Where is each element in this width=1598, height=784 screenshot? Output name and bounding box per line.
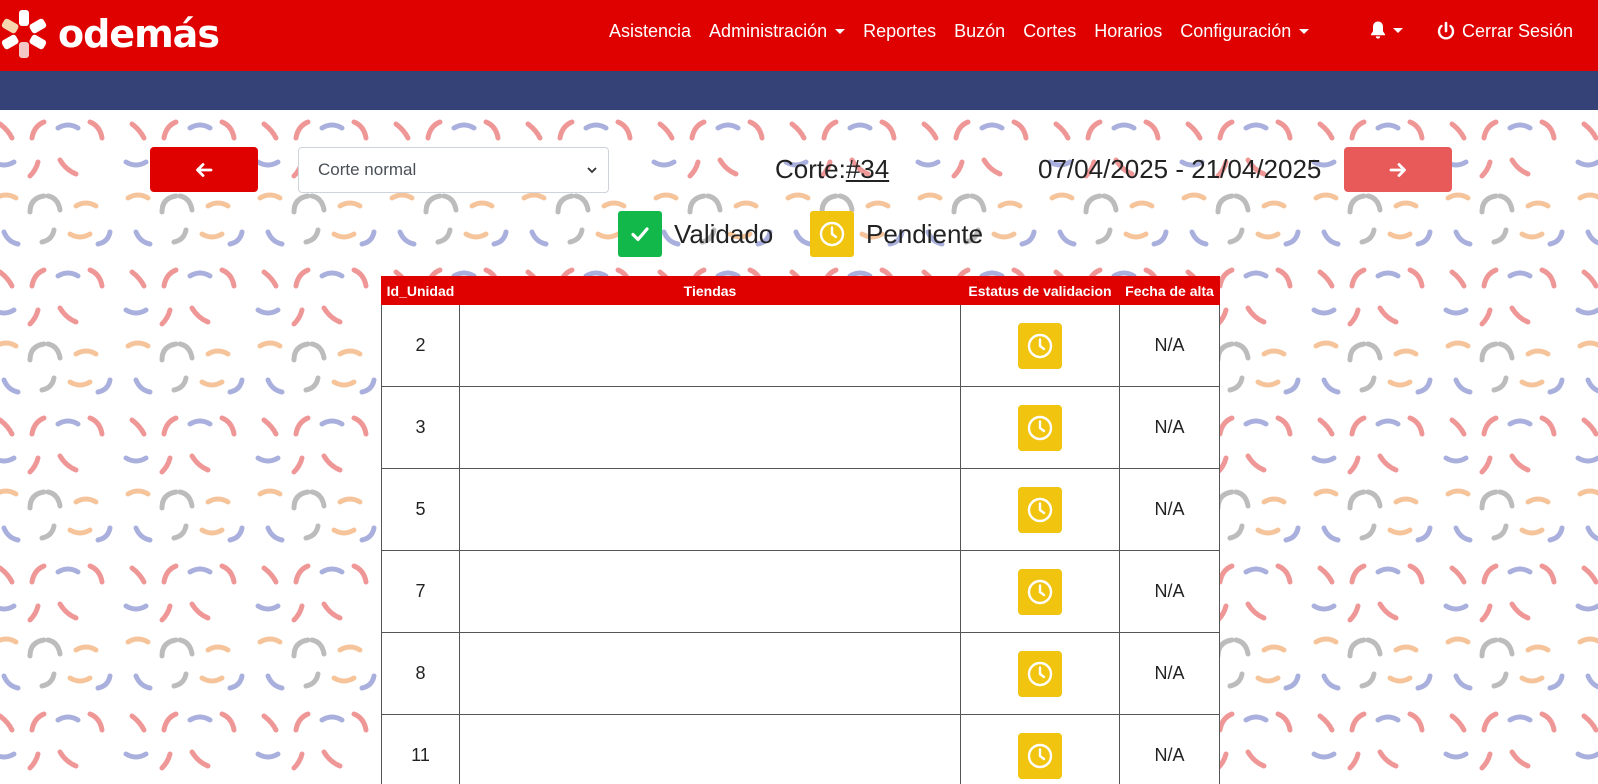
previous-corte-button[interactable] xyxy=(150,147,258,192)
corte-type-select[interactable]: Corte normal xyxy=(298,147,609,193)
nav-item-label: Buzón xyxy=(954,21,1006,41)
column-header-id-unidad: Id_Unidad xyxy=(381,276,460,305)
chevron-down-icon xyxy=(1299,28,1310,34)
cell-tienda xyxy=(459,304,961,387)
column-header-tiendas: Tiendas xyxy=(459,276,961,305)
cell-id-unidad: 8 xyxy=(381,632,460,715)
table-row: 8 N/A xyxy=(381,632,1220,715)
corte-type-value: Corte normal xyxy=(318,160,417,179)
cell-tienda xyxy=(459,632,961,715)
bell-icon xyxy=(1371,21,1385,39)
cell-fecha-alta: N/A xyxy=(1119,304,1220,387)
nav-item-label: Reportes xyxy=(863,21,937,41)
pending-clock-icon[interactable] xyxy=(1018,404,1062,451)
nav-item-buzon[interactable]: Buzón xyxy=(954,18,1005,44)
legend-pending-label: Pendiente xyxy=(866,218,984,249)
sub-navbar xyxy=(0,71,1598,110)
nav-item-label: Asistencia xyxy=(609,21,692,41)
pending-clock-icon[interactable] xyxy=(1018,732,1062,779)
cell-fecha-alta: N/A xyxy=(1119,714,1220,784)
cell-id-unidad: 5 xyxy=(381,468,460,551)
table-header-row: Id_Unidad Tiendas Estatus de validacion … xyxy=(381,276,1220,305)
brand-name: odemás xyxy=(58,12,220,56)
legend-validated-label: Validado xyxy=(674,218,774,249)
main-nav: Asistencia Administración Reportes Buzón Cor… xyxy=(609,18,1310,44)
cell-fecha-alta: N/A xyxy=(1119,386,1220,469)
cell-status xyxy=(960,468,1120,551)
cell-id-unidad: 11 xyxy=(381,714,460,784)
cell-id-unidad: 7 xyxy=(381,550,460,633)
notifications-dropdown[interactable] xyxy=(1368,20,1403,40)
nav-item-label: Administración xyxy=(709,21,828,41)
table-row: 2 N/A xyxy=(381,304,1220,387)
nav-item-configuracion[interactable]: Configuración xyxy=(1180,18,1310,44)
cell-id-unidad: 3 xyxy=(381,386,460,469)
cell-tienda xyxy=(459,386,961,469)
cell-tienda xyxy=(459,714,961,784)
table-row: 5 N/A xyxy=(381,468,1220,551)
cell-status xyxy=(960,304,1120,387)
main-content: Corte normal Corte: #34 07/04/2025 - 21/… xyxy=(0,110,1598,784)
corte-label: Corte: xyxy=(775,154,846,184)
corte-number-link[interactable]: #34 xyxy=(846,154,889,185)
corte-indicator: Corte: #34 xyxy=(775,154,889,185)
pending-clock-icon[interactable] xyxy=(1018,650,1062,697)
cell-status xyxy=(960,632,1120,715)
arrow-right-icon xyxy=(1389,162,1406,177)
pending-clock-icon[interactable] xyxy=(1018,568,1062,615)
cell-status xyxy=(960,550,1120,633)
cell-fecha-alta: N/A xyxy=(1119,550,1220,633)
chevron-down-icon xyxy=(1393,27,1403,33)
pending-clock-icon[interactable] xyxy=(1018,322,1062,369)
table-row: 11 N/A xyxy=(381,714,1220,784)
table-row: 7 N/A xyxy=(381,550,1220,633)
brand-logo[interactable]: odemás xyxy=(0,8,220,60)
nav-item-cortes[interactable]: Cortes xyxy=(1023,18,1076,44)
legend-pending: Pendiente xyxy=(810,211,983,257)
date-range: 07/04/2025 - 21/04/2025 xyxy=(1038,154,1322,184)
nav-item-label: Configuración xyxy=(1180,21,1292,41)
cell-status xyxy=(960,386,1120,469)
nav-item-horarios[interactable]: Horarios xyxy=(1094,18,1162,44)
nav-item-label: Horarios xyxy=(1094,21,1163,41)
pending-clock-icon[interactable] xyxy=(1018,486,1062,533)
cell-status xyxy=(960,714,1120,784)
cell-tienda xyxy=(459,550,961,633)
nav-item-label: Cortes xyxy=(1023,21,1077,41)
flower-logo-icon xyxy=(1,10,47,58)
column-header-estatus: Estatus de validacion xyxy=(960,276,1120,305)
nav-item-administracion[interactable]: Administración xyxy=(709,18,846,44)
nav-item-reportes[interactable]: Reportes xyxy=(863,18,936,44)
top-navbar: odemás Asistencia Administración Reportes B… xyxy=(0,0,1598,71)
next-corte-button[interactable] xyxy=(1344,147,1452,192)
cortes-table: Id_Unidad Tiendas Estatus de validacion … xyxy=(381,276,1220,784)
cell-id-unidad: 2 xyxy=(381,304,460,387)
logout-link[interactable]: Cerrar Sesión xyxy=(1436,18,1573,44)
cell-fecha-alta: N/A xyxy=(1119,468,1220,551)
cell-tienda xyxy=(459,468,961,551)
logout-label: Cerrar Sesión xyxy=(1462,21,1574,41)
power-icon xyxy=(1437,21,1455,40)
legend-validated: Validado xyxy=(618,211,773,257)
chevron-down-icon xyxy=(835,28,846,34)
arrow-left-icon xyxy=(196,162,213,177)
pending-clock-icon xyxy=(810,211,854,257)
table-row: 3 N/A xyxy=(381,386,1220,469)
validated-check-icon xyxy=(618,211,662,257)
column-header-fecha-alta: Fecha de alta xyxy=(1119,276,1220,305)
chevron-down-icon xyxy=(587,167,597,174)
nav-item-asistencia[interactable]: Asistencia xyxy=(609,18,691,44)
cell-fecha-alta: N/A xyxy=(1119,632,1220,715)
